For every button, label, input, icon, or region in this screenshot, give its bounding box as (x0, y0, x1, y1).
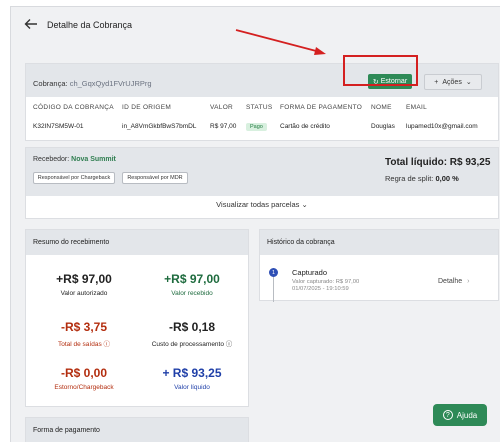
cell-origin-id: in_A8VmGkbfBwS7bmDL (122, 123, 197, 130)
info-icon[interactable]: ⓘ (226, 341, 233, 348)
summary-card: Resumo do recebimento +R$ 97,00 Valor au… (25, 229, 249, 407)
split-label: Regra de split: (385, 174, 434, 183)
cell-email: lupamed10x@gmail.com (406, 123, 478, 130)
payment-method-title: Forma de pagamento (33, 427, 100, 434)
receiver-name: Nova Summit (71, 156, 116, 163)
top-bar: Detalhe da Cobrança (11, 7, 500, 43)
net-value: + R$ 93,25 (162, 366, 222, 380)
help-label: Ajuda (456, 410, 478, 420)
history-card-header: Histórico da cobrança (260, 230, 498, 255)
processing-label: Custo de processamento (151, 341, 224, 348)
cell-code: K32IN7SM5W-01 (33, 123, 84, 130)
event-date: 01/07/2025 - 19:10:59 (292, 286, 349, 292)
info-icon[interactable]: ⓘ (104, 341, 111, 348)
charge-card-header: Cobrança: ch_GqxQyd1FVrUJRPrg ↻ Estornar… (26, 64, 498, 97)
chargeback-value: -R$ 0,00 (60, 366, 108, 380)
chevron-down-icon: ⌄ (301, 200, 308, 209)
cell-payment-method: Cartão de crédito (280, 123, 330, 130)
col-payment-method: FORMA DE PAGAMENTO (280, 104, 363, 111)
processing-value: -R$ 0,18 (168, 320, 216, 334)
summary-title: Resumo do recebimento (33, 239, 110, 246)
outflows-label: Total de saídas (57, 341, 102, 348)
metric-outflows: -R$ 3,75 Total de saídas ⓘ (34, 320, 134, 348)
history-card: Histórico da cobrança 1 Capturado Valor … (259, 229, 499, 302)
metric-authorized: +R$ 97,00 Valor autorizado (34, 272, 134, 297)
cell-name: Douglas (371, 123, 395, 130)
received-label: Valor recebido (171, 290, 213, 297)
receiver-card: Recebedor: Nova Summit Responsável por C… (25, 147, 499, 219)
metric-chargeback: -R$ 0,00 Estorno/Chargeback (34, 366, 134, 391)
split-value: 0,00 % (435, 174, 459, 183)
authorized-value: +R$ 97,00 (56, 272, 112, 286)
plus-icon: + (434, 78, 439, 86)
actions-button[interactable]: + Ações ⌄ (424, 74, 482, 90)
col-status: STATUS (246, 104, 273, 111)
page-title: Detalhe da Cobrança (47, 20, 133, 30)
chevron-down-icon: ⌄ (465, 79, 472, 86)
split-rule: Regra de split: 0,00 % (385, 174, 459, 183)
charge-id-line: Cobrança: ch_GqxQyd1FVrUJRPrg (33, 79, 152, 88)
chevron-right-icon: › (467, 278, 470, 285)
mdr-responsible-chip: Responsável por MDR (122, 172, 188, 184)
col-origin-id: ID DE ORIGEM (122, 104, 172, 111)
col-email: EMAIL (406, 104, 428, 111)
summary-card-header: Resumo do recebimento (26, 230, 248, 255)
col-code: CÓDIGO DA COBRANÇA (33, 104, 114, 111)
detail-link[interactable]: Detalhe › (438, 278, 469, 285)
table-header: CÓDIGO DA COBRANÇA ID DE ORIGEM VALOR ST… (26, 99, 498, 116)
metric-received: +R$ 97,00 Valor recebido (142, 272, 242, 297)
app-frame: Detalhe da Cobrança Cobrança: ch_GqxQyd1… (10, 6, 500, 442)
chargeback-label: Estorno/Chargeback (54, 384, 114, 391)
back-arrow-icon[interactable] (24, 18, 38, 30)
highlight-box (343, 55, 418, 86)
authorized-label: Valor autorizado (60, 290, 108, 297)
view-all-label: Visualizar todas parcelas (216, 200, 300, 209)
charge-label: Cobrança: (33, 79, 68, 88)
receiver-line: Recebedor: Nova Summit (33, 156, 116, 163)
actions-button-label: Ações (442, 78, 462, 86)
view-all-installments-link[interactable]: Visualizar todas parcelas ⌄ (26, 200, 498, 209)
processing-line: Custo de processamento ⓘ (142, 338, 242, 348)
chargeback-responsible-chip: Responsável por Chargeback (33, 172, 115, 184)
outflows-line: Total de saídas ⓘ (34, 338, 134, 348)
help-button[interactable]: ? Ajuda (433, 404, 487, 426)
col-name: NOME (371, 104, 392, 111)
history-title: Histórico da cobrança (267, 239, 335, 246)
step-number: 1 (271, 269, 276, 276)
status-badge: Pago (246, 123, 267, 131)
receiver-card-header: Recebedor: Nova Summit Responsável por C… (26, 148, 498, 196)
cell-value: R$ 97,00 (210, 123, 237, 130)
metric-processing: -R$ 0,18 Custo de processamento ⓘ (142, 320, 242, 348)
col-value: VALOR (210, 104, 234, 111)
outflows-value: -R$ 3,75 (60, 320, 108, 334)
help-icon: ? (442, 410, 453, 420)
payment-method-card: Forma de pagamento (25, 417, 249, 442)
received-value: +R$ 97,00 (164, 272, 220, 286)
table-row[interactable]: K32IN7SM5W-01 in_A8VmGkbfBwS7bmDL R$ 97,… (26, 118, 498, 136)
history-event[interactable]: Capturado Valor capturado: R$ 97,00 01/0… (292, 268, 492, 298)
net-label: Valor líquido (174, 384, 210, 391)
event-title: Capturado (292, 268, 328, 277)
detail-label: Detalhe (438, 278, 463, 285)
charge-id: ch_GqxQyd1FVrUJRPrg (69, 79, 152, 88)
receiver-label: Recebedor: (33, 156, 70, 163)
payment-method-header: Forma de pagamento (26, 418, 248, 442)
net-total: Total líquido: R$ 93,25 (385, 157, 491, 168)
metric-net: + R$ 93,25 Valor líquido (142, 366, 242, 391)
timeline-step-badge: 1 (269, 268, 278, 277)
charge-card: Cobrança: ch_GqxQyd1FVrUJRPrg ↻ Estornar… (25, 63, 499, 141)
